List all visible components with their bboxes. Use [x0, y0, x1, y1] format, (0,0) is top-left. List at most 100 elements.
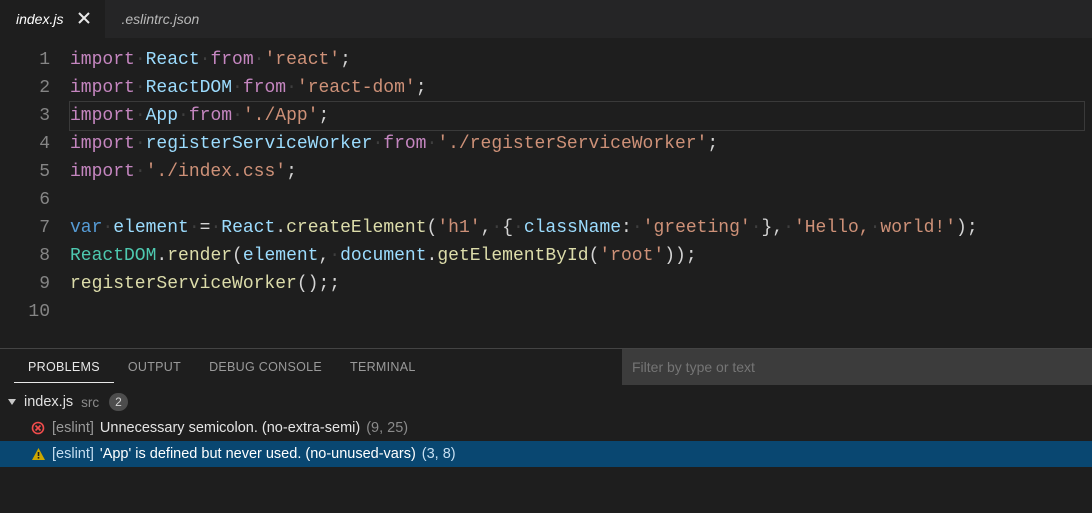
problems-filter-input[interactable] [632, 359, 1082, 375]
token: document [340, 246, 426, 266]
token: './registerServiceWorker' [437, 134, 707, 154]
token: ( [232, 246, 243, 266]
token: 'root' [599, 246, 664, 266]
token: 'react-dom' [297, 78, 416, 98]
warning-icon [30, 446, 46, 462]
code-area[interactable]: import·React·from·'react';import·ReactDO… [70, 46, 1092, 348]
chevron-down-icon[interactable] [6, 396, 18, 408]
editor-tab-label: .eslintrc.json [121, 11, 199, 27]
token: './App' [243, 106, 319, 126]
token: . [156, 246, 167, 266]
token: } [762, 218, 773, 238]
token: ; [340, 50, 351, 70]
problem-location: (9, 25) [366, 420, 408, 436]
token: import [70, 78, 135, 98]
token: ; [416, 78, 427, 98]
editor-tab[interactable]: .eslintrc.json [105, 0, 213, 38]
token: ReactDOM [146, 78, 232, 98]
code-line[interactable]: import·App·from·'./App'; [70, 102, 1092, 130]
panel-tab[interactable]: PROBLEMS [14, 352, 114, 383]
token: · [329, 246, 340, 266]
token: · [102, 218, 113, 238]
problems-filter[interactable] [622, 349, 1092, 385]
token: · [200, 50, 211, 70]
problems-file-name: index.js [24, 394, 73, 410]
token: ) [664, 246, 675, 266]
token: · [513, 218, 524, 238]
line-number: 10 [0, 298, 50, 326]
problem-location: (3, 8) [422, 446, 456, 462]
token: getElementById [437, 246, 588, 266]
token: registerServiceWorker [70, 274, 297, 294]
token: import [70, 162, 135, 182]
token: · [135, 134, 146, 154]
token: ReactDOM [70, 246, 156, 266]
token: React [221, 218, 275, 238]
token: · [135, 162, 146, 182]
line-number: 3 [0, 102, 50, 130]
token: , [481, 218, 492, 238]
code-line[interactable]: import·'./index.css'; [70, 158, 1092, 186]
problem-source: [eslint] [52, 446, 94, 462]
editor-tab[interactable]: index.js [0, 0, 105, 38]
token: className [524, 218, 621, 238]
bottom-panel: PROBLEMSOUTPUTDEBUG CONSOLETERMINAL inde… [0, 348, 1092, 513]
code-line[interactable]: import·registerServiceWorker·from·'./reg… [70, 130, 1092, 158]
problem-row[interactable]: [eslint] Unnecessary semicolon. (no-extra… [0, 415, 1092, 441]
panel-tab[interactable]: DEBUG CONSOLE [195, 352, 336, 382]
problems-file-row[interactable]: index.js src 2 [0, 389, 1092, 415]
token: render [167, 246, 232, 266]
code-line[interactable]: ReactDOM.render(element,·document.getEle… [70, 242, 1092, 270]
code-line[interactable]: var·element·=·React.createElement('h1',·… [70, 214, 1092, 242]
line-number: 8 [0, 242, 50, 270]
close-icon[interactable] [77, 11, 91, 27]
token: ; [686, 246, 697, 266]
code-line[interactable]: import·React·from·'react'; [70, 46, 1092, 74]
error-icon [30, 420, 46, 436]
code-line[interactable] [70, 298, 1092, 326]
problem-row[interactable]: [eslint]'App' is defined but never used.… [0, 441, 1092, 467]
token: from [383, 134, 426, 154]
panel-tab[interactable]: OUTPUT [114, 352, 195, 382]
line-number: 6 [0, 186, 50, 214]
token: App [146, 106, 178, 126]
problems-file-dir: src [81, 395, 99, 410]
code-editor[interactable]: 12345678910 import·React·from·'react';im… [0, 38, 1092, 348]
problem-source: [eslint] [52, 420, 94, 436]
code-line[interactable]: registerServiceWorker();; [70, 270, 1092, 298]
token: . [275, 218, 286, 238]
code-line[interactable]: import·ReactDOM·from·'react-dom'; [70, 74, 1092, 102]
token: 'h1' [437, 218, 480, 238]
line-number-gutter: 12345678910 [0, 46, 70, 348]
token: 'Hello, [794, 218, 870, 238]
token: ; [286, 162, 297, 182]
token: 'greeting' [643, 218, 751, 238]
token: ( [427, 218, 438, 238]
editor-tabs: index.js .eslintrc.json [0, 0, 1092, 38]
token: ( [589, 246, 600, 266]
editor-tab-label: index.js [16, 11, 63, 27]
token: · [491, 218, 502, 238]
problems-count-badge: 2 [109, 393, 128, 411]
token: from [243, 78, 286, 98]
token: world!' [880, 218, 956, 238]
panel-tab[interactable]: TERMINAL [336, 352, 430, 382]
token: . [427, 246, 438, 266]
code-line[interactable] [70, 186, 1092, 214]
token: ; [318, 274, 329, 294]
token: element [243, 246, 319, 266]
token: · [632, 218, 643, 238]
token: import [70, 50, 135, 70]
token: · [286, 78, 297, 98]
problem-message: Unnecessary semicolon. (no-extra-semi) [100, 420, 360, 436]
problems-list: index.js src 2 [eslint] Unnecessary semic… [0, 385, 1092, 513]
line-number: 2 [0, 74, 50, 102]
token: ; [329, 274, 340, 294]
token: import [70, 106, 135, 126]
line-number: 7 [0, 214, 50, 242]
line-number: 4 [0, 130, 50, 158]
token: · [232, 106, 243, 126]
token: , [318, 246, 329, 266]
token: var [70, 218, 102, 238]
token: · [232, 78, 243, 98]
